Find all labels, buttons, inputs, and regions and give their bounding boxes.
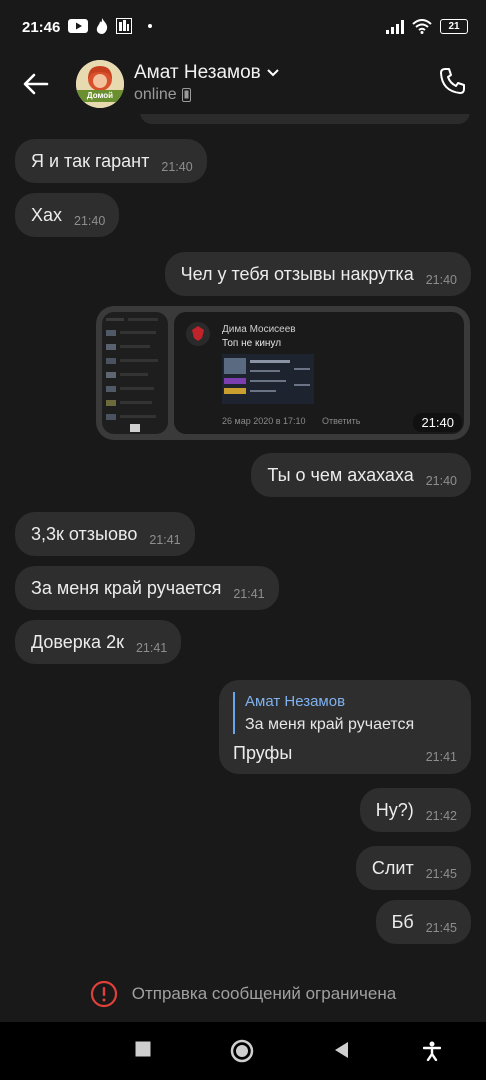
message-time: 21:42 — [425, 809, 457, 823]
notification-icons — [68, 18, 152, 34]
message-text: Бб — [391, 911, 414, 932]
contact-name[interactable]: Амат Незамов — [134, 62, 279, 84]
message-bubble[interactable]: Доверка 2к 21:41 — [15, 620, 182, 664]
previous-message-fragment — [140, 114, 470, 124]
battery-level: 21 — [448, 21, 460, 32]
status-time: 21:46 — [22, 19, 61, 36]
message-bubble[interactable]: За меня край ручается 21:41 — [15, 566, 279, 610]
message-bubble[interactable]: Хах 21:40 — [15, 193, 120, 237]
card-author: Дима Мосисеев — [222, 324, 296, 335]
contact-status: online — [134, 86, 191, 104]
message-time: 21:40 — [161, 160, 193, 174]
recents-square-icon[interactable] — [135, 1041, 151, 1057]
system-navigation-bar — [0, 1022, 486, 1080]
app-icon — [116, 18, 132, 34]
message-time: 21:41 — [135, 641, 168, 655]
battery-icon: 21 — [440, 19, 468, 34]
attachment-time: 21:40 — [413, 413, 462, 432]
message-text: Хах — [31, 204, 63, 225]
card-image — [222, 354, 314, 404]
message-time: 21:41 — [233, 587, 265, 601]
message-bubble[interactable]: Ну?) 21:42 — [359, 788, 471, 832]
message-text: Я и так гарант — [31, 150, 150, 171]
message-time: 21:41 — [425, 750, 457, 764]
message-time: 21:45 — [425, 921, 457, 935]
message-text: Ну?) — [375, 799, 414, 820]
message-time: 21:40 — [74, 214, 106, 228]
message-time: 21:40 — [425, 273, 457, 287]
chat-header: Домой Амат Незамов online — [0, 58, 486, 114]
reply-message-bubble[interactable]: Амат Незамов За меня край ручается Пруфы… — [219, 680, 471, 774]
message-bubble[interactable]: Слит 21:45 — [355, 846, 471, 890]
quote-bar — [233, 692, 235, 734]
message-text: Пруфы — [233, 743, 293, 763]
card-date: 26 мар 2020 в 17:10 — [222, 416, 306, 426]
home-circle-icon[interactable] — [230, 1039, 254, 1063]
quoted-text[interactable]: За меня край ручается — [245, 716, 414, 734]
phone-call-icon[interactable] — [438, 66, 468, 96]
status-right: 21 — [386, 19, 468, 34]
messaging-restricted-banner: Отправка сообщений ограничена — [0, 966, 486, 1022]
card-reply-link: Ответить — [322, 416, 361, 426]
card-text: Топ не кинул — [222, 338, 282, 349]
avatar[interactable]: Домой — [76, 60, 124, 108]
contact-name-text: Амат Незамов — [134, 62, 261, 83]
image-attachment[interactable]: Дима Мосисеев Топ не кинул 26 мар 2020 в… — [96, 306, 470, 440]
warning-icon — [90, 980, 117, 1008]
message-text: Доверка 2к — [31, 631, 124, 652]
screenshot-thumbnail-left — [102, 312, 168, 434]
accessibility-icon[interactable] — [423, 1041, 441, 1061]
quoted-author[interactable]: Амат Незамов — [245, 693, 345, 710]
signal-icon — [386, 19, 404, 34]
message-bubble[interactable]: 3,3к отзыово 21:41 — [15, 512, 195, 556]
back-arrow-icon[interactable] — [20, 68, 52, 100]
message-text: Слит — [371, 857, 414, 878]
message-bubble[interactable]: Я и так гарант 21:40 — [15, 139, 207, 183]
avatar-label: Домой — [76, 90, 124, 102]
restriction-text: Отправка сообщений ограничена — [131, 984, 397, 1003]
online-status: online — [134, 86, 177, 103]
wifi-icon — [412, 19, 432, 34]
dot-icon — [148, 24, 152, 28]
back-triangle-icon[interactable] — [334, 1041, 350, 1059]
message-bubble[interactable]: Бб 21:45 — [375, 900, 471, 944]
flame-icon — [96, 18, 108, 34]
chevron-down-icon — [267, 69, 279, 77]
message-time: 21:40 — [425, 474, 457, 488]
message-time: 21:41 — [149, 533, 181, 547]
message-text: За меня край ручается — [31, 577, 222, 598]
avatar-icon — [186, 322, 210, 346]
message-text: 3,3к отзыово — [31, 523, 138, 544]
message-bubble[interactable]: Чел у тебя отзывы накрутка 21:40 — [164, 252, 471, 296]
message-text: Ты о чем ахахаха — [267, 464, 414, 485]
message-bubble[interactable]: Ты о чем ахахаха 21:40 — [251, 453, 471, 497]
status-bar: 21:46 21 — [0, 0, 486, 58]
message-text: Чел у тебя отзывы накрутка — [180, 263, 414, 284]
youtube-icon — [68, 19, 88, 33]
message-list[interactable]: Я и так гарант 21:40 Хах 21:40 Чел у теб… — [0, 114, 486, 966]
message-time: 21:45 — [425, 867, 457, 881]
mobile-device-icon — [181, 88, 191, 102]
